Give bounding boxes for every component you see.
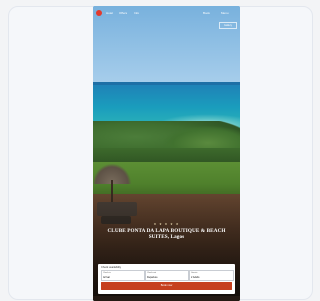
hotel-logo-icon[interactable] [96,10,102,16]
checkout-label: Check-out [147,272,157,274]
guests-value: 2 Adults [191,275,200,279]
checkout-field[interactable]: Check-out Departure [145,270,189,281]
booking-widget: Check availability Check-in Arrival Chec… [98,264,235,294]
nav-link-book[interactable]: Book [203,11,210,15]
top-navigation: Hotel Offers Info Book Menu [93,6,240,20]
nav-link-info[interactable]: Info [134,11,139,15]
checkin-value: Arrival [103,275,110,279]
booking-title: Check availability [101,266,122,269]
checkout-value: Departure [147,275,158,279]
checkin-field[interactable]: Check-in Arrival [101,270,145,281]
hotel-title: CLUBE PONTA DA LAPA BOUTIQUE & BEACH SUI… [107,228,226,241]
nav-link-offers[interactable]: Offers [119,11,127,15]
hero-overlay [93,6,240,301]
guests-label: Guests [191,272,198,274]
guests-field[interactable]: Guests 2 Adults [189,270,234,281]
checkin-label: Check-in [103,272,111,274]
book-now-button[interactable]: Book now [101,282,232,290]
hotel-star-rating: ★ ★ ★ ★ ★ [153,222,180,226]
bottom-bar [93,296,240,301]
nav-link-hotel[interactable]: Hotel [106,11,113,15]
nav-link-menu[interactable]: Menu [221,11,229,15]
gallery-button[interactable]: Gallery [219,22,237,29]
mobile-page-screenshot: Hotel Offers Info Book Menu Gallery ★ ★ … [93,6,240,301]
